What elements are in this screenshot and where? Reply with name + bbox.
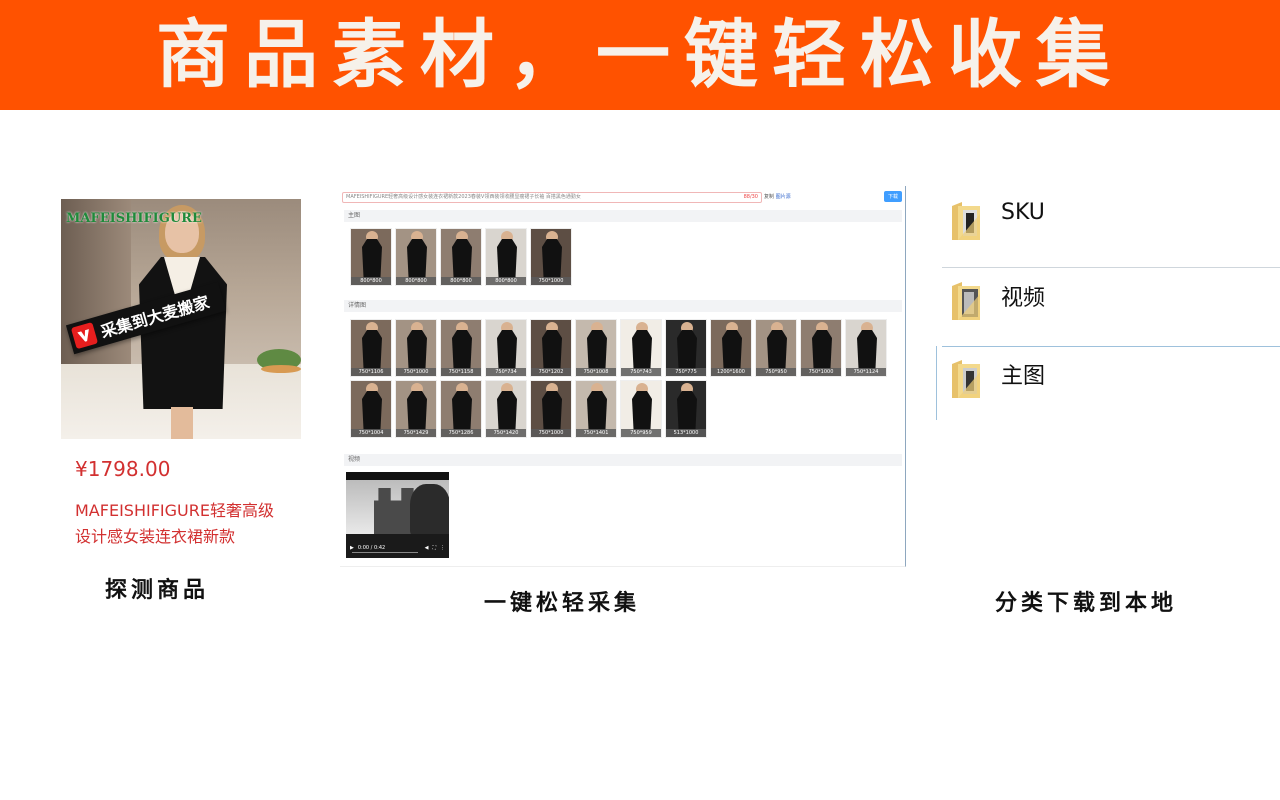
video-player[interactable]: ▶ 0:00 / 0:42 ◀ ⛶ ⋮ xyxy=(346,472,449,558)
detail-image-row-1: 750*1106 750*1000 750*1158 750*734 750*1202 7… xyxy=(350,319,887,377)
image-thumbnail[interactable]: 800*800 xyxy=(350,228,392,286)
image-thumbnail[interactable]: 750*1286 xyxy=(440,380,482,438)
thumbnail-size-label: 750*734 xyxy=(486,368,526,376)
image-thumbnail[interactable]: 750*734 xyxy=(485,319,527,377)
thumbnail-size-label: 750*1401 xyxy=(576,429,616,437)
video-progress-bar[interactable] xyxy=(352,552,418,553)
image-thumbnail[interactable]: 750*1124 xyxy=(845,319,887,377)
thumbnail-size-label: 750*1420 xyxy=(486,429,526,437)
folder-selection-border xyxy=(936,346,937,420)
product-image[interactable]: MAFEISHIFIGURE 采集到大麦搬家 xyxy=(61,199,301,439)
product-image-brand: MAFEISHIFIGURE xyxy=(66,211,202,226)
product-price: ¥1798.00 xyxy=(75,457,171,481)
section-detail-images: 详情图 xyxy=(344,300,902,312)
folder-label-video: 视频 xyxy=(1001,286,1046,311)
thumbnail-size-label: 1200*1600 xyxy=(711,368,751,376)
thumbnail-size-label: 750*1000 xyxy=(531,277,571,285)
image-thumbnail[interactable]: 750*1008 xyxy=(575,319,617,377)
video-controls: ▶ 0:00 / 0:42 ◀ ⛶ ⋮ xyxy=(346,538,449,558)
image-thumbnail[interactable]: 750*1202 xyxy=(530,319,572,377)
folder-sku[interactable]: SKU xyxy=(940,200,1280,266)
collector-panel: MAFEISHIFIGURE轻奢高级设计感女装连衣裙新款2023春装V领西装领收… xyxy=(340,186,906,567)
detail-image-row-2: 750*1004 750*1429 750*1286 750*1420 750*1000… xyxy=(350,380,707,438)
image-source-link[interactable]: 图片源 xyxy=(776,194,791,200)
video-time: 0:00 / 0:42 xyxy=(357,545,386,551)
thumbnail-size-label: 750*743 xyxy=(621,368,661,376)
image-thumbnail[interactable]: 513*1000 xyxy=(665,380,707,438)
thumbnail-size-label: 750*1000 xyxy=(396,368,436,376)
thumbnail-size-label: 750*1124 xyxy=(846,368,886,376)
image-thumbnail[interactable]: 750*743 xyxy=(620,319,662,377)
copy-link[interactable]: 复制 xyxy=(764,194,774,200)
image-thumbnail[interactable]: 750*1000 xyxy=(530,228,572,286)
caption-download: 分类下载到本地 xyxy=(995,591,1178,616)
image-thumbnail[interactable]: 1200*1600 xyxy=(710,319,752,377)
product-name[interactable]: MAFEISHIFIGURE轻奢高级设计感女装连衣裙新款 xyxy=(75,498,285,550)
caption-collect: 一键松轻采集 xyxy=(484,591,641,616)
thumbnail-size-label: 800*800 xyxy=(396,277,436,285)
folder-icon xyxy=(952,282,980,320)
image-thumbnail[interactable]: 750*1000 xyxy=(530,380,572,438)
caption-detect: 探测商品 xyxy=(105,578,210,603)
thumbnail-size-label: 750*1000 xyxy=(801,368,841,376)
image-thumbnail[interactable]: 750*1106 xyxy=(350,319,392,377)
title-char-count: 88/30 xyxy=(743,194,758,200)
thumbnail-size-label: 750*1158 xyxy=(441,368,481,376)
image-thumbnail[interactable]: 750*1158 xyxy=(440,319,482,377)
image-thumbnail[interactable]: 750*1429 xyxy=(395,380,437,438)
volume-icon[interactable]: ◀ xyxy=(425,545,429,551)
play-icon[interactable]: ▶ xyxy=(350,545,354,551)
title-input-text: MAFEISHIFIGURE轻奢高级设计感女装连衣裙新款2023春装V领西装领收… xyxy=(346,194,581,200)
image-thumbnail[interactable]: 800*800 xyxy=(440,228,482,286)
download-button[interactable]: 下载 xyxy=(884,191,902,202)
folder-main-images[interactable]: 主图 xyxy=(940,358,1280,424)
section-main-images: 主图 xyxy=(344,210,902,222)
panel-links: 复制 图片源 xyxy=(764,193,791,200)
thumbnail-size-label: 750*1008 xyxy=(576,368,616,376)
image-thumbnail[interactable]: 750*1420 xyxy=(485,380,527,438)
thumbnail-size-label: 750*1202 xyxy=(531,368,571,376)
image-thumbnail[interactable]: 750*959 xyxy=(620,380,662,438)
image-thumbnail[interactable]: 750*1401 xyxy=(575,380,617,438)
thumbnail-size-label: 750*1429 xyxy=(396,429,436,437)
header-banner: 商品素材，一键轻松收集 xyxy=(0,0,1280,110)
image-thumbnail[interactable]: 750*1000 xyxy=(800,319,842,377)
folder-divider xyxy=(942,267,1280,268)
image-thumbnail[interactable]: 750*950 xyxy=(755,319,797,377)
title-input[interactable]: MAFEISHIFIGURE轻奢高级设计感女装连衣裙新款2023春装V领西装领收… xyxy=(342,192,762,203)
main-image-row: 800*800 800*800 800*800 800*800 750*1000 xyxy=(350,228,572,286)
thumbnail-size-label: 750*1286 xyxy=(441,429,481,437)
image-thumbnail[interactable]: 800*800 xyxy=(485,228,527,286)
folder-video[interactable]: 视频 xyxy=(940,280,1280,346)
thumbnail-size-label: 750*1000 xyxy=(531,429,571,437)
thumbnail-size-label: 750*1106 xyxy=(351,368,391,376)
folder-label-sku: SKU xyxy=(1001,200,1045,225)
more-icon[interactable]: ⋮ xyxy=(440,545,445,551)
thumbnail-size-label: 750*1004 xyxy=(351,429,391,437)
thumbnail-size-label: 750*950 xyxy=(756,368,796,376)
thumbnail-size-label: 750*959 xyxy=(621,429,661,437)
thumbnail-size-label: 800*800 xyxy=(441,277,481,285)
folder-icon xyxy=(952,360,980,398)
banner-title: 商品素材，一键轻松收集 xyxy=(156,12,1124,98)
thumbnail-size-label: 800*800 xyxy=(351,277,391,285)
image-thumbnail[interactable]: 750*1000 xyxy=(395,319,437,377)
folder-label-main-images: 主图 xyxy=(1001,364,1046,389)
folder-icon xyxy=(952,202,980,240)
section-video: 视频 xyxy=(344,454,902,466)
damai-logo-icon xyxy=(70,322,99,350)
thumbnail-size-label: 800*800 xyxy=(486,277,526,285)
folder-divider xyxy=(942,346,1280,347)
thumbnail-size-label: 750*775 xyxy=(666,368,706,376)
image-thumbnail[interactable]: 750*775 xyxy=(665,319,707,377)
thumbnail-size-label: 513*1000 xyxy=(666,429,706,437)
fullscreen-icon[interactable]: ⛶ xyxy=(432,545,436,551)
image-thumbnail[interactable]: 800*800 xyxy=(395,228,437,286)
image-thumbnail[interactable]: 750*1004 xyxy=(350,380,392,438)
